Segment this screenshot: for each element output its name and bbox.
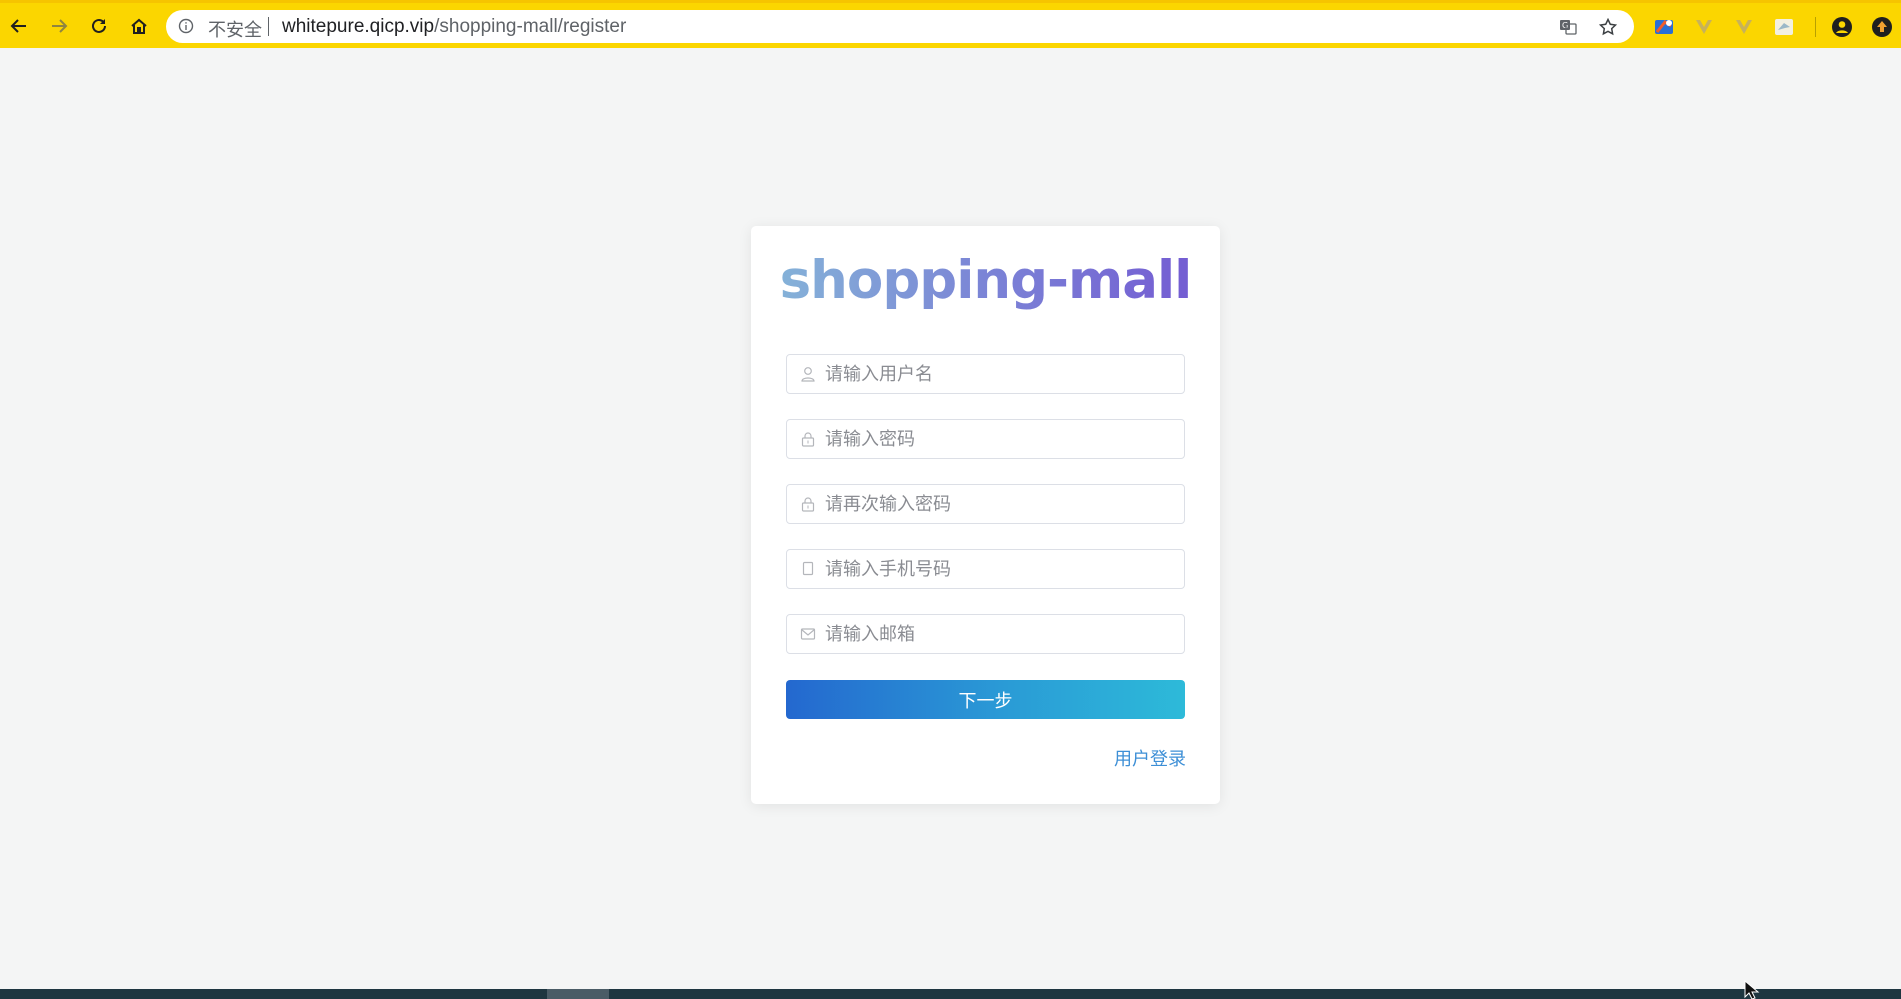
profile-icon[interactable] bbox=[1831, 16, 1853, 38]
extension-bird-icon[interactable] bbox=[1773, 16, 1795, 38]
reload-button[interactable] bbox=[86, 13, 112, 39]
phone-input[interactable] bbox=[825, 550, 1175, 588]
url-text[interactable]: whitepure.qicp.vip/shopping-mall/registe… bbox=[282, 16, 626, 38]
lock-icon bbox=[801, 432, 815, 447]
phone-field[interactable] bbox=[786, 549, 1185, 589]
info-icon[interactable] bbox=[178, 18, 194, 34]
extension-colorful-icon[interactable] bbox=[1653, 16, 1675, 38]
register-card: shopping-mall 下一步 用户登录 bbox=[751, 226, 1220, 804]
insecure-label: 不安全 bbox=[208, 20, 262, 41]
update-icon[interactable] bbox=[1871, 16, 1893, 38]
bookmark-star-icon[interactable] bbox=[1599, 18, 1617, 36]
email-input[interactable] bbox=[825, 615, 1175, 653]
email-field[interactable] bbox=[786, 614, 1185, 654]
taskbar bbox=[0, 989, 1901, 999]
omnibox-separator bbox=[268, 17, 269, 36]
mail-icon bbox=[800, 628, 816, 640]
taskbar-thumbnail[interactable] bbox=[547, 989, 609, 999]
browser-toolbar: 不安全 whitepure.qicp.vip/shopping-mall/reg… bbox=[0, 0, 1901, 48]
home-icon bbox=[131, 18, 147, 34]
extension-v2-icon[interactable] bbox=[1733, 16, 1755, 38]
lock-icon bbox=[801, 497, 815, 512]
svg-text:G: G bbox=[1562, 21, 1568, 30]
toolbar-divider bbox=[1815, 17, 1816, 37]
forward-button[interactable] bbox=[46, 13, 72, 39]
username-field[interactable] bbox=[786, 354, 1185, 394]
mobile-icon bbox=[802, 561, 814, 576]
user-icon bbox=[801, 367, 815, 382]
forward-icon bbox=[52, 19, 68, 33]
confirm-password-input[interactable] bbox=[825, 485, 1175, 523]
address-bar[interactable]: 不安全 whitepure.qicp.vip/shopping-mall/reg… bbox=[166, 10, 1634, 43]
back-button[interactable] bbox=[6, 13, 32, 39]
translate-icon[interactable]: G bbox=[1559, 18, 1577, 36]
password-field[interactable] bbox=[786, 419, 1185, 459]
confirm-password-field[interactable] bbox=[786, 484, 1185, 524]
home-button[interactable] bbox=[126, 13, 152, 39]
back-icon bbox=[10, 19, 26, 33]
password-input[interactable] bbox=[825, 420, 1175, 458]
user-login-link[interactable]: 用户登录 bbox=[1114, 745, 1186, 771]
username-input[interactable] bbox=[825, 355, 1175, 393]
mouse-cursor-icon bbox=[1744, 980, 1760, 999]
site-logo: shopping-mall bbox=[751, 250, 1220, 311]
url-host: whitepure.qicp.vip bbox=[282, 16, 435, 37]
next-step-button[interactable]: 下一步 bbox=[786, 680, 1185, 719]
reload-icon bbox=[92, 18, 106, 33]
extension-v-icon[interactable] bbox=[1693, 16, 1715, 38]
url-path: /shopping-mall/register bbox=[434, 16, 627, 37]
